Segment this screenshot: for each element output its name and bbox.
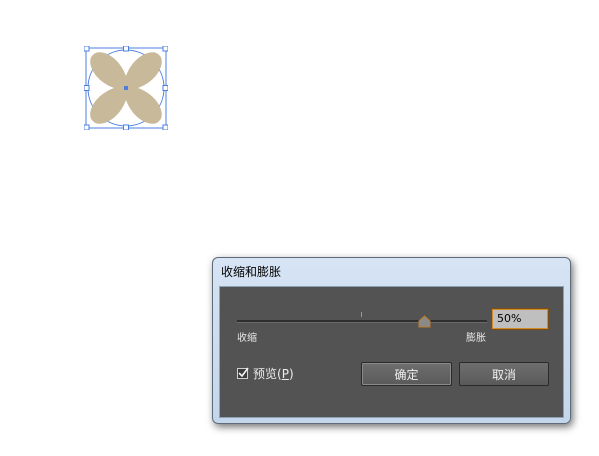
handle-top-right[interactable] — [162, 46, 168, 52]
slider-center-tick — [361, 312, 362, 317]
handle-top-left[interactable] — [84, 46, 90, 52]
cross-shape-graphic — [84, 46, 168, 130]
amount-input[interactable]: 50% — [491, 308, 549, 330]
artboard-canvas[interactable]: 收缩和膨胀 收缩 膨胀 50% 预览(P) 确定 取消 — [0, 0, 599, 456]
handle-right[interactable] — [162, 85, 168, 91]
handle-left[interactable] — [84, 85, 90, 91]
handle-top[interactable] — [123, 46, 129, 52]
slider-label-bloat: 膨胀 — [466, 333, 486, 344]
preview-label-accelerator: P — [281, 367, 289, 381]
dialog-body: 收缩 膨胀 50% 预览(P) 确定 取消 — [219, 286, 564, 418]
handle-bottom-left[interactable] — [84, 124, 90, 130]
preview-label-close: ) — [288, 367, 294, 381]
dialog-title: 收缩和膨胀 — [221, 265, 282, 279]
slider-label-pucker: 收缩 — [237, 333, 257, 344]
preview-option[interactable]: 预览(P) — [237, 365, 294, 382]
center-point — [124, 86, 128, 90]
selected-shape[interactable] — [84, 46, 168, 130]
ok-button[interactable]: 确定 — [361, 362, 452, 386]
preview-label-text: 预览( — [253, 367, 282, 381]
preview-checkbox[interactable] — [237, 367, 249, 379]
handle-bottom[interactable] — [123, 124, 129, 130]
checkmark-icon — [238, 367, 249, 378]
amount-slider-track[interactable] — [237, 320, 487, 323]
amount-slider-thumb[interactable] — [418, 313, 431, 328]
handle-bottom-right[interactable] — [162, 124, 168, 130]
pucker-bloat-dialog: 收缩和膨胀 收缩 膨胀 50% 预览(P) 确定 取消 — [212, 257, 571, 424]
slider-thumb-icon — [418, 315, 431, 328]
cancel-button[interactable]: 取消 — [459, 362, 549, 386]
preview-label: 预览(P) — [253, 365, 294, 382]
